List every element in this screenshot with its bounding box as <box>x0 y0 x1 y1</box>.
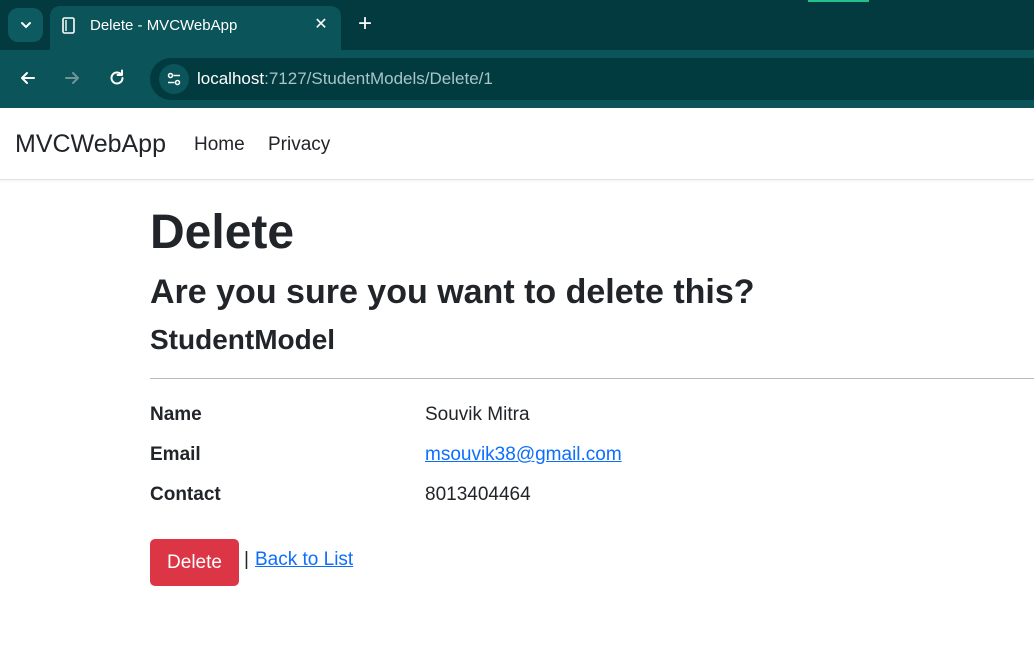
address-bar[interactable]: localhost:7127/StudentModels/Delete/1 <box>150 58 1034 100</box>
site-navbar: MVCWebApp Home Privacy <box>0 108 1034 180</box>
model-name: StudentModel <box>150 324 336 355</box>
page-icon <box>62 17 75 34</box>
back-to-list-link[interactable]: Back to List <box>255 549 353 571</box>
brand-link[interactable]: MVCWebApp <box>15 130 166 159</box>
detail-value: 8013404464 <box>425 484 531 505</box>
confirm-question: Are you sure you want to delete this? <box>150 273 755 311</box>
url-path: :7127/StudentModels/Delete/1 <box>264 69 493 88</box>
detail-value: Souvik Mitra <box>425 404 530 425</box>
reload-icon <box>110 69 124 85</box>
email-link[interactable]: msouvik38@gmail.com <box>425 444 622 465</box>
url-text[interactable]: localhost:7127/StudentModels/Delete/1 <box>197 69 493 89</box>
detail-label: Contact <box>150 484 221 505</box>
detail-label: Name <box>150 404 202 425</box>
detail-row-contact: Contact 8013404464 <box>150 484 1034 514</box>
tab-search-button[interactable] <box>8 8 43 42</box>
tab-title: Delete - MVCWebApp <box>90 17 238 34</box>
detail-label: Email <box>150 444 201 465</box>
browser-tab-strip: Delete - MVCWebApp ✕ + <box>0 0 1034 50</box>
nav-link-privacy[interactable]: Privacy <box>268 134 330 156</box>
delete-button[interactable]: Delete <box>150 539 239 586</box>
reload-button[interactable] <box>101 62 133 94</box>
browser-toolbar: localhost:7127/StudentModels/Delete/1 <box>0 50 1034 108</box>
back-button[interactable] <box>12 62 44 94</box>
new-tab-button[interactable]: + <box>352 12 378 38</box>
tab-accent-bar <box>808 0 869 2</box>
page-title: Delete <box>150 206 295 259</box>
site-info-button[interactable] <box>159 64 189 94</box>
detail-row-email: Email msouvik38@gmail.com <box>150 444 1034 474</box>
nav-link-home[interactable]: Home <box>194 134 245 156</box>
arrow-right-icon <box>65 72 79 84</box>
close-tab-icon[interactable]: ✕ <box>311 15 331 35</box>
chevron-down-icon <box>20 22 31 29</box>
tune-icon <box>167 72 181 86</box>
forward-button[interactable] <box>56 62 88 94</box>
detail-row-name: Name Souvik Mitra <box>150 404 1034 434</box>
detail-value: msouvik38@gmail.com <box>425 444 622 466</box>
arrow-left-icon <box>21 72 35 84</box>
divider <box>150 378 1034 379</box>
separator: | <box>244 549 249 570</box>
active-tab[interactable]: Delete - MVCWebApp ✕ <box>50 6 341 50</box>
url-host: localhost <box>197 69 265 88</box>
